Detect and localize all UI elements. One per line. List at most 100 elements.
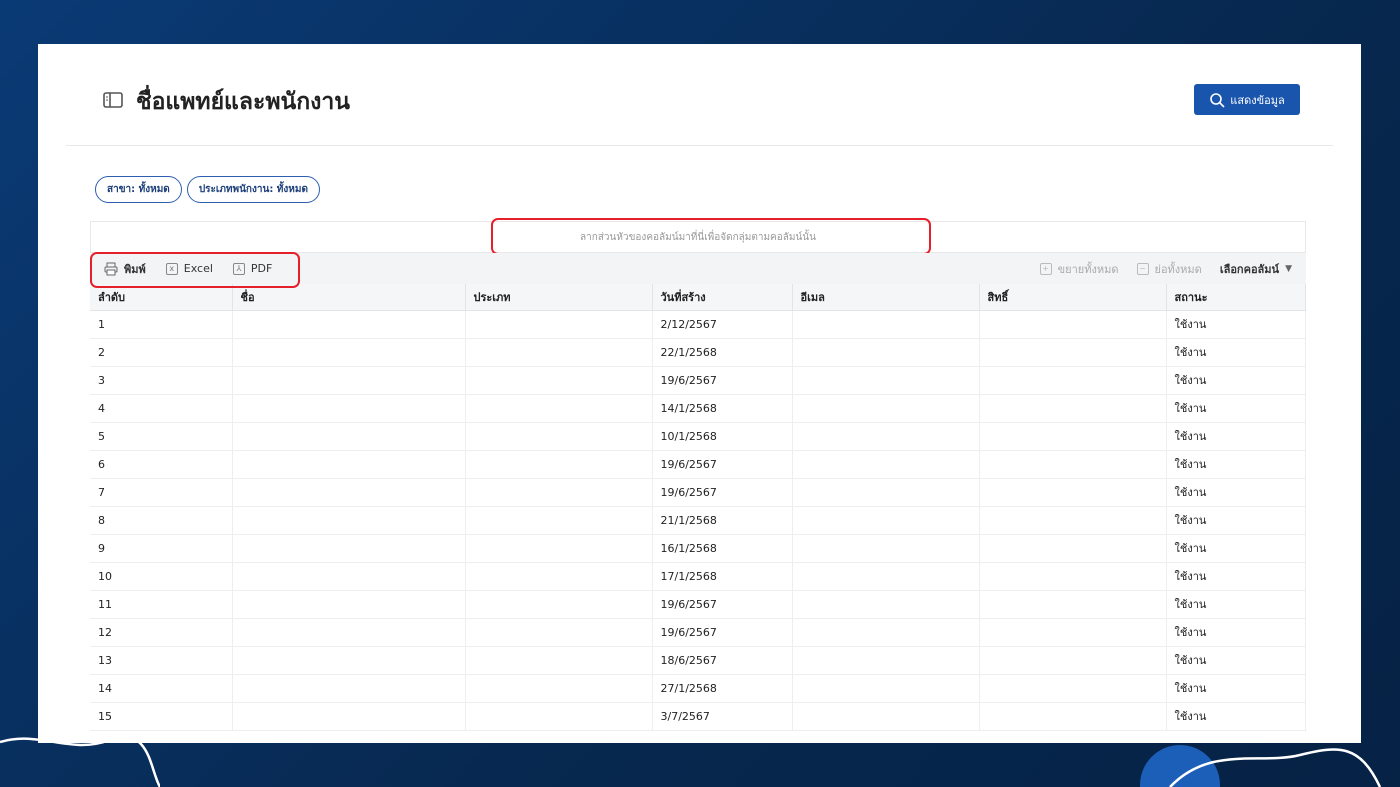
cell-status: ใช้งาน [1166,506,1306,535]
decor-blob-icon [1140,745,1382,787]
cell-redacted [979,478,1167,507]
cell-date: 18/6/2567 [652,646,793,675]
cell-status: ใช้งาน [1166,478,1306,507]
cell-status: ใช้งาน [1166,534,1306,563]
data-grid: ลากส่วนหัวของคอลัมน์มาที่นี่เพื่อจัดกลุ่… [90,218,1306,731]
cell-redacted [979,506,1167,535]
expand-all-button[interactable]: + ขยายทั้งหมด [1039,260,1119,278]
cell-date: 27/1/2568 [652,674,793,703]
cell-redacted [792,590,980,619]
cell-redacted [465,478,653,507]
cell-redacted [979,338,1167,367]
cell-redacted [232,422,466,451]
cell-no: 3 [90,366,233,395]
cell-date: 19/6/2567 [652,590,793,619]
cell-date: 10/1/2568 [652,422,793,451]
cell-redacted [232,702,466,731]
cell-no: 15 [90,702,233,731]
table-row[interactable]: 5 10/1/2568 ใช้งาน [90,422,1306,451]
table-row[interactable]: 13 18/6/2567 ใช้งาน [90,646,1306,675]
cell-no: 5 [90,422,233,451]
cell-redacted [792,534,980,563]
cell-redacted [979,450,1167,479]
cell-redacted [792,394,980,423]
cell-redacted [465,506,653,535]
cell-redacted [232,562,466,591]
column-header[interactable]: สถานะ [1166,284,1306,311]
cell-status: ใช้งาน [1166,702,1306,731]
choose-columns-dropdown[interactable]: เลือกคอลัมน์ ▼ [1220,260,1292,278]
table-row[interactable]: 6 19/6/2567 ใช้งาน [90,450,1306,479]
page-header: ชื่อแพทย์และพนักงาน [102,84,350,120]
highlight-box [491,218,931,255]
table-row[interactable]: 12 19/6/2567 ใช้งาน [90,618,1306,647]
cell-no: 8 [90,506,233,535]
cell-redacted [465,422,653,451]
column-header[interactable]: ประเภท [465,284,653,311]
sidebar-toggle-icon[interactable] [102,90,124,114]
cell-no: 13 [90,646,233,675]
filter-branch-chip[interactable]: สาขา: ทั้งหมด [95,176,182,203]
table-row[interactable]: 8 21/1/2568 ใช้งาน [90,506,1306,535]
cell-redacted [465,310,653,339]
cell-redacted [979,534,1167,563]
collapse-all-button[interactable]: − ย่อทั้งหมด [1136,260,1202,278]
filter-employee-type-chip[interactable]: ประเภทพนักงาน: ทั้งหมด [186,176,320,203]
cell-redacted [979,590,1167,619]
cell-redacted [465,646,653,675]
table-row[interactable]: 1 2/12/2567 ใช้งาน [90,310,1306,339]
group-panel[interactable]: ลากส่วนหัวของคอลัมน์มาที่นี่เพื่อจัดกลุ่… [90,218,1306,255]
cell-status: ใช้งาน [1166,646,1306,675]
cell-date: 19/6/2567 [652,366,793,395]
show-data-button[interactable]: แสดงข้อมูล [1194,84,1300,115]
table-row[interactable]: 10 17/1/2568 ใช้งาน [90,562,1306,591]
cell-redacted [465,338,653,367]
column-header[interactable]: สิทธิ์ [979,284,1167,311]
staff-table: ลำดับ ชื่อ ประเภท วันที่สร้าง อีเมล สิทธิ์ สถา… [90,284,1306,731]
cell-redacted [465,366,653,395]
cell-redacted [792,310,980,339]
cell-redacted [979,646,1167,675]
cell-redacted [232,450,466,479]
cell-redacted [792,506,980,535]
cell-redacted [232,338,466,367]
cell-status: ใช้งาน [1166,310,1306,339]
cell-date: 3/7/2567 [652,702,793,731]
cell-status: ใช้งาน [1166,674,1306,703]
cell-redacted [979,366,1167,395]
column-header[interactable]: วันที่สร้าง [652,284,793,311]
cell-status: ใช้งาน [1166,394,1306,423]
cell-status: ใช้งาน [1166,618,1306,647]
cell-status: ใช้งาน [1166,366,1306,395]
cell-redacted [232,366,466,395]
cell-redacted [232,478,466,507]
column-header[interactable]: อีเมล [792,284,980,311]
cell-status: ใช้งาน [1166,422,1306,451]
cell-redacted [465,394,653,423]
cell-date: 14/1/2568 [652,394,793,423]
cell-no: 4 [90,394,233,423]
cell-no: 7 [90,478,233,507]
table-row[interactable]: 4 14/1/2568 ใช้งาน [90,394,1306,423]
cell-date: 22/1/2568 [652,338,793,367]
cell-redacted [792,422,980,451]
table-row[interactable]: 7 19/6/2567 ใช้งาน [90,478,1306,507]
cell-redacted [979,310,1167,339]
search-icon [1210,92,1225,108]
cell-date: 16/1/2568 [652,534,793,563]
cell-redacted [792,674,980,703]
table-row[interactable]: 9 16/1/2568 ใช้งาน [90,534,1306,563]
cell-redacted [465,674,653,703]
cell-redacted [465,702,653,731]
table-row[interactable]: 15 3/7/2567 ใช้งาน [90,702,1306,731]
table-row[interactable]: 14 27/1/2568 ใช้งาน [90,674,1306,703]
table-row[interactable]: 2 22/1/2568 ใช้งาน [90,338,1306,367]
cell-redacted [979,562,1167,591]
caret-down-icon: ▼ [1285,263,1292,274]
cell-redacted [232,674,466,703]
cell-redacted [979,702,1167,731]
table-row[interactable]: 3 19/6/2567 ใช้งาน [90,366,1306,395]
decor-wave-icon [0,735,160,787]
table-row[interactable]: 11 19/6/2567 ใช้งาน [90,590,1306,619]
cell-redacted [792,562,980,591]
